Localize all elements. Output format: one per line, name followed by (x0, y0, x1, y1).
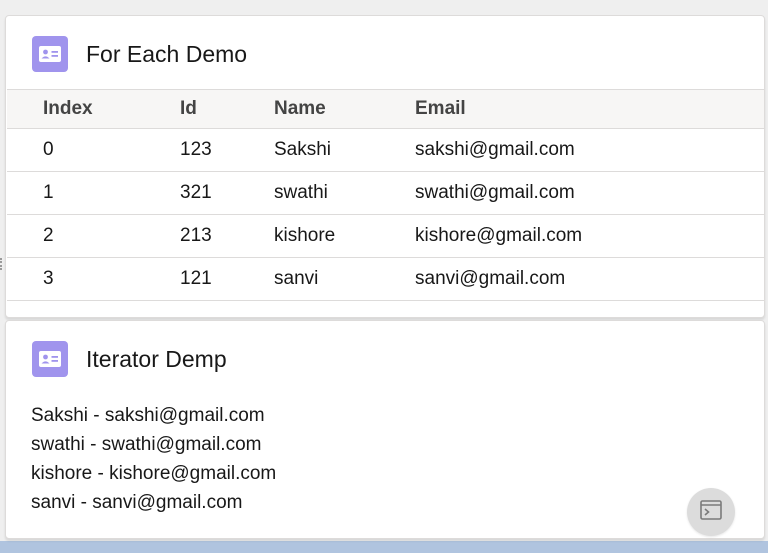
iterator-card: Iterator Demp Sakshi - sakshi@gmail.com … (5, 320, 765, 539)
list-item: Sakshi - sakshi@gmail.com (31, 405, 265, 426)
cell-id: 213 (180, 214, 274, 258)
list-item: kishore - kishore@gmail.com (31, 463, 277, 484)
contact-card-icon (32, 341, 68, 377)
iterator-list: Sakshi - sakshi@gmail.com swathi - swath… (31, 401, 276, 517)
cell-name: Sakshi (274, 128, 415, 172)
table-row: 0 123 Sakshi sakshi@gmail.com (7, 128, 764, 172)
cell-index: 0 (7, 128, 180, 172)
column-header-id: Id (180, 89, 274, 129)
console-icon (700, 499, 722, 525)
cell-email: sakshi@gmail.com (415, 128, 764, 172)
contacts-table: Index Id Name Email 0 123 Sakshi sakshi@… (7, 89, 764, 301)
cell-index: 2 (7, 214, 180, 258)
cell-email: sanvi@gmail.com (415, 257, 764, 301)
card-title: For Each Demo (86, 40, 248, 67)
cell-id: 321 (180, 171, 274, 215)
column-header-name: Name (274, 89, 415, 129)
list-item: sanvi - sanvi@gmail.com (31, 492, 243, 513)
resize-grip[interactable] (0, 258, 4, 270)
cell-email: swathi@gmail.com (415, 171, 764, 215)
contact-card-icon (32, 36, 68, 72)
card-header: Iterator Demp (32, 341, 227, 377)
table-header-row: Index Id Name Email (7, 89, 764, 129)
for-each-card: For Each Demo Index Id Name Email 0 123 … (5, 15, 765, 318)
cell-name: sanvi (274, 257, 415, 301)
cell-name: kishore (274, 214, 415, 258)
column-header-index: Index (7, 89, 180, 129)
cell-name: swathi (274, 171, 415, 215)
cell-index: 3 (7, 257, 180, 301)
table-row: 2 213 kishore kishore@gmail.com (7, 214, 764, 258)
cell-id: 123 (180, 128, 274, 172)
list-item: swathi - swathi@gmail.com (31, 434, 262, 455)
cell-email: kishore@gmail.com (415, 214, 764, 258)
column-header-email: Email (415, 89, 764, 129)
card-header: For Each Demo (32, 36, 247, 72)
table-row: 1 321 swathi swathi@gmail.com (7, 171, 764, 215)
cell-index: 1 (7, 171, 180, 215)
utility-bar-button[interactable] (687, 488, 735, 536)
table-row: 3 121 sanvi sanvi@gmail.com (7, 257, 764, 301)
cell-id: 121 (180, 257, 274, 301)
card-title: Iterator Demp (86, 345, 227, 372)
